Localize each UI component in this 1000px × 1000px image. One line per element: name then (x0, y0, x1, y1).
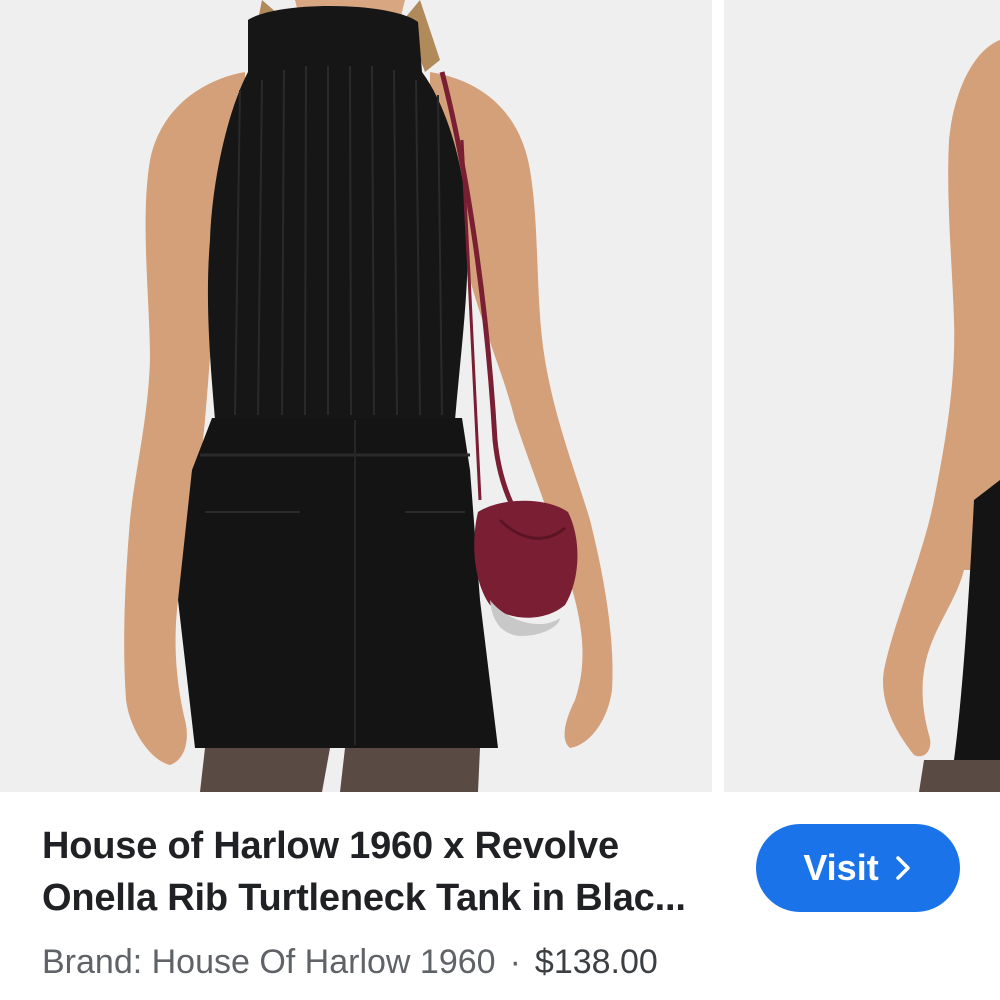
product-info: House of Harlow 1960 x Revolve Onella Ri… (0, 792, 1000, 1000)
price-label: $138.00 (534, 943, 658, 981)
product-meta: Brand: House Of Harlow 1960 · $138.00 (42, 940, 658, 984)
product-title[interactable]: House of Harlow 1960 x Revolve Onella Ri… (42, 820, 722, 924)
model-illustration (0, 0, 712, 792)
visit-button-label: Visit (803, 847, 879, 888)
product-photo-main[interactable] (0, 0, 712, 792)
chevron-right-icon (893, 854, 913, 882)
model-illustration-partial (724, 0, 1000, 792)
product-card: House of Harlow 1960 x Revolve Onella Ri… (0, 0, 1000, 1000)
brand-label: Brand: House Of Harlow 1960 (42, 943, 496, 981)
product-title-line-1: House of Harlow 1960 x Revolve (42, 825, 619, 867)
product-title-line-2: Onella Rib Turtleneck Tank in Blac... (42, 877, 686, 919)
image-gallery[interactable] (0, 0, 1000, 792)
visit-button[interactable]: Visit (756, 824, 960, 912)
product-photo-next[interactable] (724, 0, 1000, 792)
meta-separator: · (509, 943, 521, 981)
